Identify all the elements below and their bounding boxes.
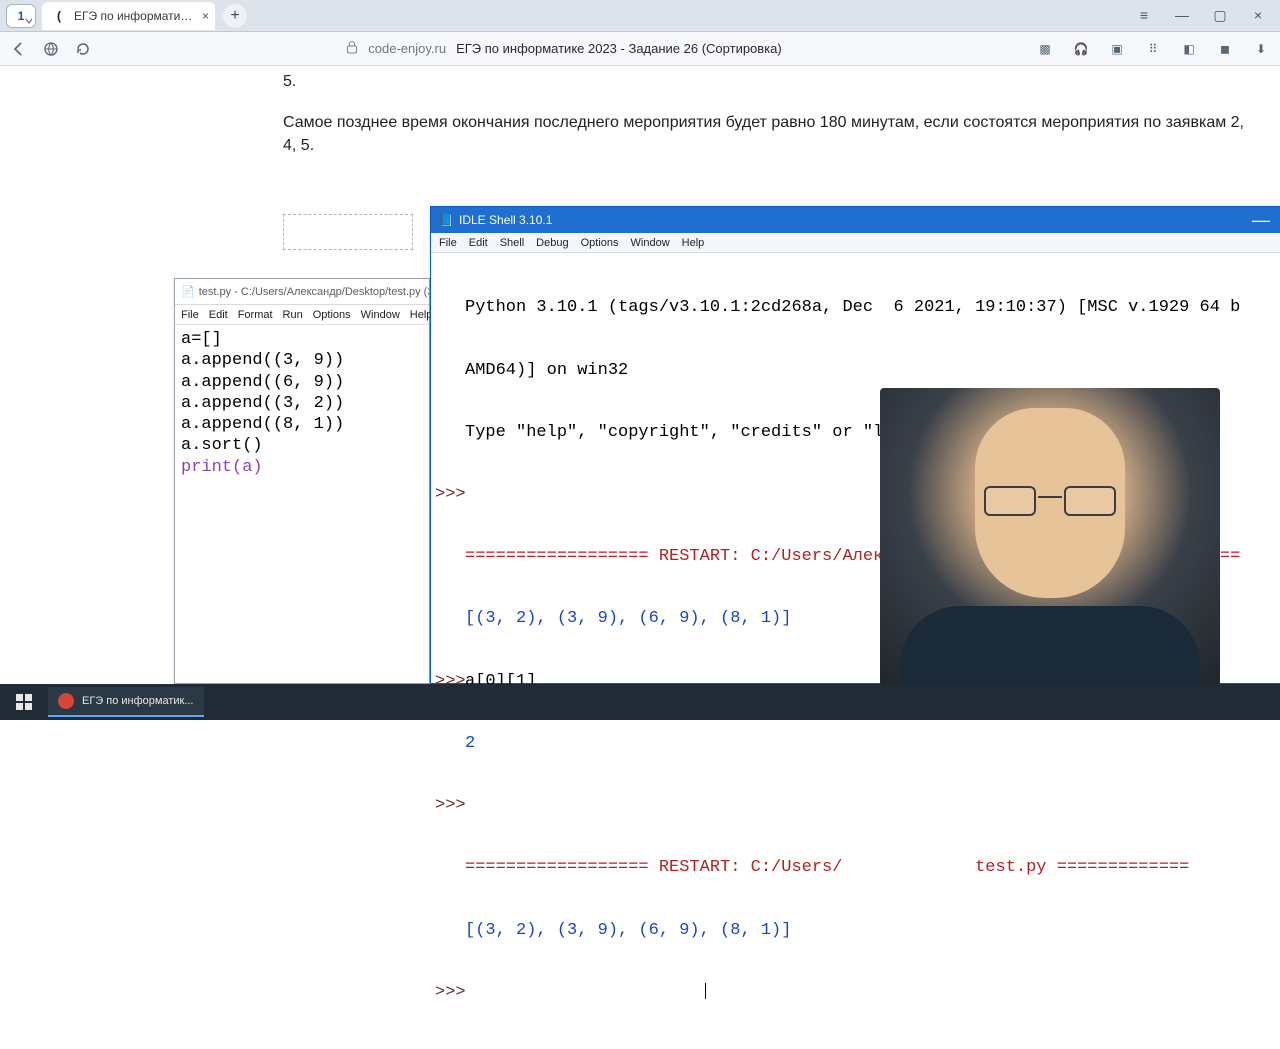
- article: 5. Самое позднее время окончания последн…: [283, 66, 1250, 158]
- globe-icon[interactable]: [42, 40, 60, 58]
- restart-banner: ================== RESTART: C:/Users/ te…: [465, 858, 1280, 879]
- editor-titlebar[interactable]: 📄 test.py - C:/Users/Александр/Desktop/t…: [175, 279, 429, 305]
- menu-icon[interactable]: ≡: [1136, 7, 1152, 24]
- shield-icon[interactable]: ▣: [1108, 40, 1126, 58]
- downloads-icon[interactable]: ⬇: [1252, 40, 1270, 58]
- python-file-icon: 📄: [181, 285, 195, 299]
- menu-help[interactable]: Help: [410, 309, 433, 321]
- menu-options[interactable]: Options: [313, 309, 351, 321]
- article-paragraph: Самое позднее время окончания последнего…: [283, 111, 1250, 157]
- menu-window[interactable]: Window: [361, 309, 400, 321]
- start-button[interactable]: [6, 687, 42, 717]
- text-cursor: [705, 983, 706, 999]
- shell-titlebar[interactable]: 📘 IDLE Shell 3.10.1 —: [431, 207, 1280, 233]
- lock-icon[interactable]: [346, 40, 358, 57]
- menu-format[interactable]: Format: [238, 309, 273, 321]
- qr-icon[interactable]: ▩: [1036, 40, 1054, 58]
- menu-edit[interactable]: Edit: [209, 309, 228, 321]
- close-icon[interactable]: ×: [202, 9, 209, 23]
- taskbar-app-label: ЕГЭ по информатик...: [82, 695, 194, 707]
- menu-file[interactable]: File: [181, 309, 199, 321]
- output-line: 2: [465, 734, 1280, 755]
- prompt: >>>: [433, 485, 465, 506]
- browser-tabstrip: 1 ( ЕГЭ по информатике 20 × + ≡ — ▢ ×: [0, 0, 1280, 32]
- editor-menubar: File Edit Format Run Options Window Help: [175, 305, 429, 325]
- idle-icon: 📘: [439, 213, 453, 227]
- taskbar-app-browser[interactable]: ЕГЭ по информатик...: [48, 687, 204, 717]
- output-line: [(3, 2), (3, 9), (6, 9), (8, 1)]: [465, 921, 1280, 942]
- webcam-overlay: [880, 388, 1220, 686]
- tab-count: 1: [18, 9, 25, 23]
- shell-title: IDLE Shell 3.10.1: [459, 213, 552, 227]
- prompt: >>>: [433, 796, 465, 817]
- back-icon[interactable]: [10, 40, 28, 58]
- menu-options[interactable]: Options: [581, 237, 619, 249]
- window-controls: ≡ — ▢ ×: [1136, 7, 1280, 24]
- sidebar-icon[interactable]: ◧: [1180, 40, 1198, 58]
- menu-shell[interactable]: Shell: [500, 237, 524, 249]
- bookmark-icon[interactable]: ◼: [1216, 40, 1234, 58]
- menu-edit[interactable]: Edit: [469, 237, 488, 249]
- list-number: 5.: [283, 70, 1250, 93]
- tab-favicon: (: [52, 9, 66, 23]
- menu-file[interactable]: File: [439, 237, 457, 249]
- menu-run[interactable]: Run: [283, 309, 303, 321]
- new-tab-button[interactable]: +: [223, 4, 247, 28]
- menu-help[interactable]: Help: [682, 237, 705, 249]
- editor-code[interactable]: a=[] a.append((3, 9)) a.append((6, 9)) a…: [175, 325, 429, 482]
- menu-debug[interactable]: Debug: [536, 237, 568, 249]
- yandex-icon: [58, 693, 74, 709]
- minimize-icon[interactable]: —: [1174, 7, 1190, 24]
- close-window-icon[interactable]: ×: [1250, 7, 1266, 24]
- browser-tab[interactable]: ( ЕГЭ по информатике 20 ×: [42, 2, 215, 30]
- maximize-icon[interactable]: ▢: [1212, 7, 1228, 24]
- tab-title: ЕГЭ по информатике 20: [74, 9, 194, 23]
- prompt: >>>: [433, 983, 465, 1004]
- answer-input-box[interactable]: [283, 214, 413, 250]
- editor-title: test.py - C:/Users/Александр/Desktop/tes…: [199, 286, 429, 298]
- url-text[interactable]: code-enjoy.ru: [368, 41, 446, 56]
- extensions-icon[interactable]: ⠿: [1144, 40, 1162, 58]
- taskbar: ЕГЭ по информатик...: [0, 684, 1280, 720]
- reload-icon[interactable]: [74, 40, 92, 58]
- menu-window[interactable]: Window: [631, 237, 670, 249]
- editor-window: 📄 test.py - C:/Users/Александр/Desktop/t…: [174, 278, 430, 684]
- headphones-icon[interactable]: 🎧: [1072, 40, 1090, 58]
- shell-menubar: File Edit Shell Debug Options Window Hel…: [431, 233, 1280, 253]
- page-content: 5. Самое позднее время окончания последн…: [0, 66, 1280, 684]
- page-title: ЕГЭ по информатике 2023 - Задание 26 (Со…: [456, 41, 782, 56]
- address-bar: code-enjoy.ru ЕГЭ по информатике 2023 - …: [0, 32, 1280, 66]
- tab-count-badge[interactable]: 1: [6, 4, 36, 28]
